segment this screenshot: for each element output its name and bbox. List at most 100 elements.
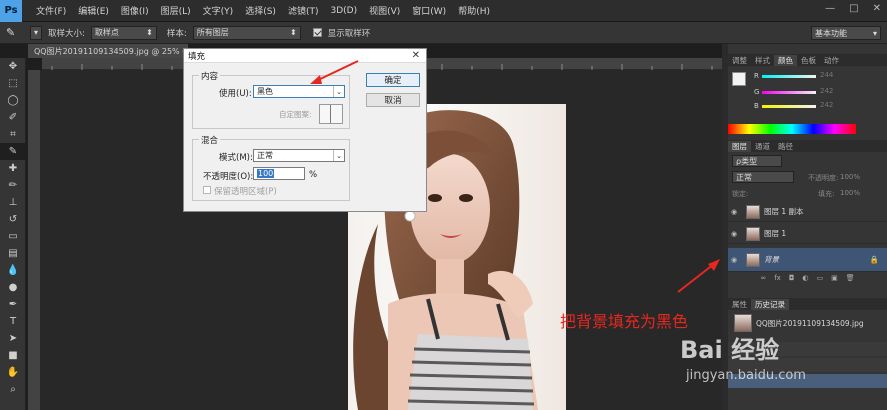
g-value[interactable]: 242 (820, 87, 833, 95)
eyedropper-tool-icon[interactable]: ✎ (6, 26, 24, 39)
tab-styles[interactable]: 样式 (751, 55, 774, 66)
b-slider[interactable] (762, 105, 816, 108)
blur-tool-icon[interactable]: 💧 (0, 262, 26, 279)
type-tool-icon[interactable]: T (0, 313, 26, 330)
link-icon[interactable]: ∞ (760, 274, 766, 286)
layer-row-selected[interactable]: ◉ 背景 🔒 (728, 248, 887, 272)
g-slider[interactable] (762, 91, 816, 94)
pattern-picker[interactable] (319, 104, 343, 124)
menu-file[interactable]: 文件(F) (30, 4, 72, 17)
layer-opacity-value[interactable]: 100% (840, 173, 860, 181)
custom-pattern-label: 自定图案: (279, 110, 312, 119)
layer-row[interactable]: ◉ 图层 1 (728, 224, 887, 244)
vertical-ruler (28, 70, 40, 410)
layer-filter-dropdown[interactable]: ρ类型 (732, 155, 782, 167)
menu-select[interactable]: 选择(S) (239, 4, 282, 17)
tab-channels[interactable]: 通道 (751, 141, 774, 152)
tab-swatches[interactable]: 色板 (797, 55, 820, 66)
shape-tool-icon[interactable]: ■ (0, 347, 26, 364)
cancel-button[interactable]: 取消 (366, 93, 420, 107)
close-icon[interactable]: ✕ (412, 50, 420, 61)
b-label: B (754, 102, 759, 110)
document-tab[interactable]: QQ图片20191109134509.jpg @ 25% (背景... (28, 44, 188, 58)
layer-row[interactable]: ◉ 图层 1 副本 (728, 202, 887, 222)
history-snapshot[interactable]: QQ图片20191109134509.jpg (728, 314, 887, 332)
opacity-input[interactable]: 100 (253, 167, 305, 180)
workspace-dropdown[interactable]: 基本功能 ▾ (811, 26, 881, 40)
sample-label: 样本: (166, 28, 187, 39)
eraser-tool-icon[interactable]: ▭ (0, 228, 26, 245)
menu-help[interactable]: 帮助(H) (452, 4, 496, 17)
maximize-icon[interactable]: □ (849, 3, 858, 14)
trash-icon[interactable]: 🗑 (846, 274, 855, 286)
dodge-tool-icon[interactable]: ● (0, 279, 26, 296)
chevron-down-icon: ▾ (872, 28, 877, 38)
pen-tool-icon[interactable]: ✒ (0, 296, 26, 313)
layers-panel-tabs: 图层 通道 路径 (728, 140, 887, 152)
r-slider[interactable] (762, 75, 816, 78)
menu-window[interactable]: 窗口(W) (406, 4, 452, 17)
eye-icon[interactable]: ◉ (728, 230, 740, 238)
crop-tool-icon[interactable]: ⌗ (0, 126, 26, 143)
stamp-tool-icon[interactable]: ⊥ (0, 194, 26, 211)
tab-color[interactable]: 颜色 (774, 55, 797, 66)
new-layer-icon[interactable]: ▣ (831, 274, 838, 286)
content-group-title: 内容 (199, 70, 221, 82)
menu-layer[interactable]: 图层(L) (155, 4, 197, 17)
layer-blend-mode-dropdown[interactable]: 正常 (732, 171, 794, 183)
sample-value: 所有图层 (196, 28, 229, 37)
folder-icon[interactable]: ▭ (816, 274, 823, 286)
menu-filter[interactable]: 滤镜(T) (282, 4, 325, 17)
mask-icon[interactable]: ◘ (789, 274, 795, 286)
minimize-icon[interactable]: — (825, 3, 835, 14)
hand-tool-icon[interactable]: ✋ (0, 364, 26, 381)
tab-properties[interactable]: 属性 (728, 299, 751, 310)
annotation-arrow-top (310, 60, 359, 84)
lock-label: 锁定: (732, 190, 749, 198)
layer-fill-value[interactable]: 100% (840, 189, 860, 197)
move-tool-icon[interactable]: ✥ (0, 58, 26, 75)
zoom-tool-icon[interactable]: ⌕ (0, 381, 26, 398)
tab-history[interactable]: 历史记录 (751, 299, 789, 310)
layer-thumbnail (746, 204, 760, 219)
tool-preset-dropdown[interactable]: ▾ (30, 25, 42, 40)
gradient-tool-icon[interactable]: ▤ (0, 245, 26, 262)
close-window-icon[interactable]: ✕ (873, 3, 881, 14)
adjustment-icon[interactable]: ◐ (802, 274, 808, 286)
fx-icon[interactable]: fx (774, 274, 781, 286)
ok-button[interactable]: 确定 (366, 73, 420, 87)
menu-type[interactable]: 文字(Y) (197, 4, 240, 17)
menu-3d[interactable]: 3D(D) (324, 6, 363, 16)
sample-dropdown[interactable]: 所有图层 ⬍ (192, 25, 301, 40)
mode-dropdown[interactable]: 正常 ⌄ (253, 149, 345, 162)
brush-tool-icon[interactable]: ✏ (0, 177, 26, 194)
menu-image[interactable]: 图像(I) (115, 4, 155, 17)
history-panel-tabs: 属性 历史记录 (728, 298, 887, 310)
marquee-tool-icon[interactable]: ⬚ (0, 75, 26, 92)
sample-size-dropdown[interactable]: 取样点 ⬍ (90, 25, 157, 40)
eyedropper-tool-icon[interactable]: ✎ (0, 143, 26, 160)
layer-name: 背景 (764, 255, 779, 264)
tab-actions[interactable]: 动作 (820, 55, 843, 66)
history-brush-tool-icon[interactable]: ↺ (0, 211, 26, 228)
tab-layers[interactable]: 图层 (728, 141, 751, 152)
show-sampling-ring-checkbox[interactable] (312, 28, 322, 37)
foreground-color-swatch[interactable] (732, 72, 746, 86)
blend-group-title: 混合 (199, 134, 221, 146)
menu-view[interactable]: 视图(V) (363, 4, 406, 17)
color-spectrum-bar[interactable] (728, 124, 856, 134)
b-value[interactable]: 242 (820, 101, 833, 109)
preserve-transparency-checkbox[interactable] (203, 186, 211, 194)
tab-paths[interactable]: 路径 (774, 141, 797, 152)
layers-footer-icons: ∞ fx ◘ ◐ ▭ ▣ 🗑 (728, 274, 887, 286)
color-panel-tabs: 调整 样式 颜色 色板 动作 (728, 54, 887, 66)
path-select-tool-icon[interactable]: ➤ (0, 330, 26, 347)
eye-icon[interactable]: ◉ (728, 208, 740, 216)
lasso-tool-icon[interactable]: ◯ (0, 92, 26, 109)
r-value[interactable]: 244 (820, 71, 833, 79)
menu-edit[interactable]: 编辑(E) (72, 4, 115, 17)
layer-thumbnail (746, 252, 760, 267)
quick-select-tool-icon[interactable]: ✐ (0, 109, 26, 126)
tab-adjustments[interactable]: 调整 (728, 55, 751, 66)
heal-tool-icon[interactable]: ✚ (0, 160, 26, 177)
